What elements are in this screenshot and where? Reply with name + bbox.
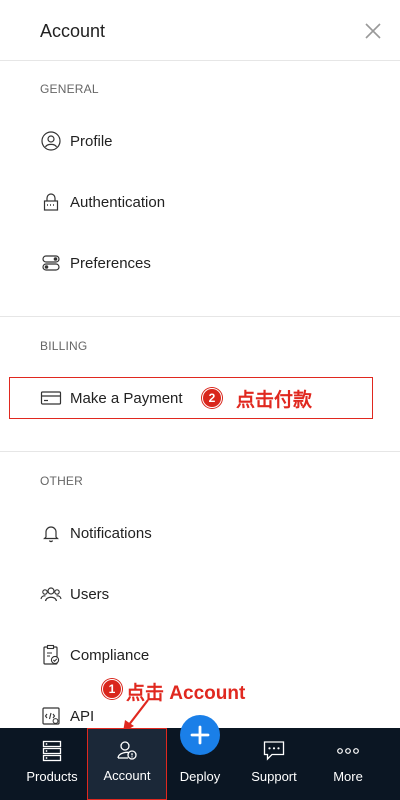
menu-item-users[interactable]: Users [40, 574, 360, 614]
menu-item-label: Users [70, 585, 110, 603]
tab-products[interactable]: Products [16, 728, 88, 800]
menu-item-label: Compliance [70, 646, 150, 664]
menu-item-profile[interactable]: Profile [40, 121, 360, 161]
menu-item-label: Notifications [70, 524, 152, 542]
close-icon[interactable] [364, 22, 382, 40]
section-label-billing: BILLING [40, 339, 88, 353]
section-divider [0, 316, 400, 317]
clipboard-check-icon [40, 644, 62, 666]
plus-icon [190, 725, 210, 745]
tab-label: Deploy [179, 769, 221, 784]
menu-item-label: Profile [70, 132, 113, 150]
users-icon [40, 583, 62, 605]
annotation-text-step2: 点击付款 [236, 390, 313, 411]
menu-item-notifications[interactable]: Notifications [40, 513, 360, 553]
tab-label: More [333, 769, 363, 784]
annotation-highlight-payment [9, 377, 373, 419]
more-icon [336, 739, 360, 763]
menu-item-compliance[interactable]: Compliance [40, 635, 360, 675]
api-icon [40, 705, 62, 727]
annotation-badge-step2: 2 [202, 388, 222, 408]
tab-label: Account [103, 768, 151, 783]
account-icon [115, 738, 139, 762]
lock-icon [40, 191, 62, 213]
tab-more[interactable]: More [316, 728, 380, 800]
tab-support[interactable]: Support [240, 728, 308, 800]
page-title: Account [40, 21, 106, 41]
tab-label: Products [26, 769, 78, 784]
section-label-other: OTHER [40, 474, 83, 488]
section-divider [0, 451, 400, 452]
tab-account[interactable]: Account [87, 728, 167, 800]
deploy-button[interactable] [180, 715, 220, 755]
bell-icon [40, 522, 62, 544]
user-circle-icon [40, 130, 62, 152]
menu-item-label: Authentication [70, 193, 166, 211]
tab-label: Support [251, 769, 297, 784]
server-icon [40, 739, 64, 763]
menu-item-label: API [70, 707, 95, 725]
toggles-icon [40, 252, 62, 274]
menu-item-authentication[interactable]: Authentication [40, 182, 360, 222]
chat-icon [262, 739, 286, 763]
section-label-general: GENERAL [40, 82, 99, 96]
menu-item-preferences[interactable]: Preferences [40, 243, 360, 283]
menu-item-label: Preferences [70, 254, 151, 272]
drawer-header: Account [0, 0, 400, 61]
